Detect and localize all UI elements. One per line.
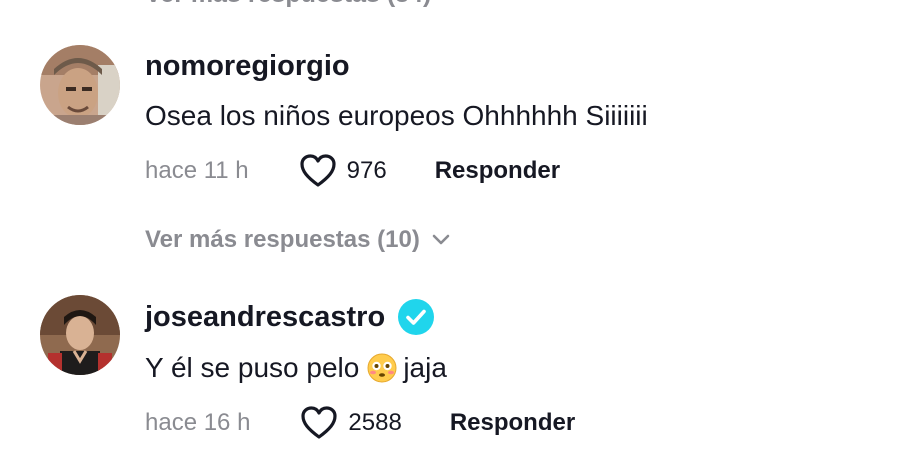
more-replies-link-previous[interactable]: Ver más respuestas (34) [145, 0, 431, 9]
heart-outline-icon [301, 406, 338, 439]
comment-username[interactable]: joseandrescastro [145, 298, 435, 336]
comment-meta: hace 16 h 2588 Responder [145, 405, 575, 441]
reply-button[interactable]: Responder [450, 409, 575, 437]
avatar[interactable] [40, 45, 120, 125]
more-replies-label[interactable]: Ver más respuestas (10) [145, 226, 420, 254]
comment-meta: hace 11 h 976 Responder [145, 153, 560, 189]
comment-timestamp: hace 16 h [145, 409, 251, 436]
username-text[interactable]: nomoregiorgio [145, 50, 350, 83]
comment-body-part1: Y él se puso pelo [145, 352, 360, 383]
heart-outline-icon [300, 154, 336, 187]
verified-badge-icon [398, 299, 435, 335]
like-button[interactable]: 2588 [300, 405, 402, 441]
like-count: 976 [346, 157, 387, 184]
comment-text: Y él se puso pelo jaja [145, 352, 447, 384]
comment-body-part2: jaja [403, 352, 447, 383]
chevron-down-icon [432, 234, 450, 245]
username-text[interactable]: joseandrescastro [145, 301, 385, 334]
comment-timestamp: hace 11 h [145, 157, 249, 184]
comment-body: Osea los niños europeos Ohhhhhh Siiiiiii [145, 100, 648, 131]
comment-text: Osea los niños europeos Ohhhhhh Siiiiiii [145, 100, 648, 132]
more-replies-link[interactable]: Ver más respuestas (10) [145, 226, 450, 254]
avatar[interactable] [40, 295, 120, 375]
like-count: 2588 [348, 409, 402, 436]
like-button[interactable]: 976 [299, 153, 387, 189]
reply-button[interactable]: Responder [435, 157, 560, 185]
comment-username[interactable]: nomoregiorgio [145, 50, 350, 83]
flushed-face-emoji [367, 353, 397, 383]
